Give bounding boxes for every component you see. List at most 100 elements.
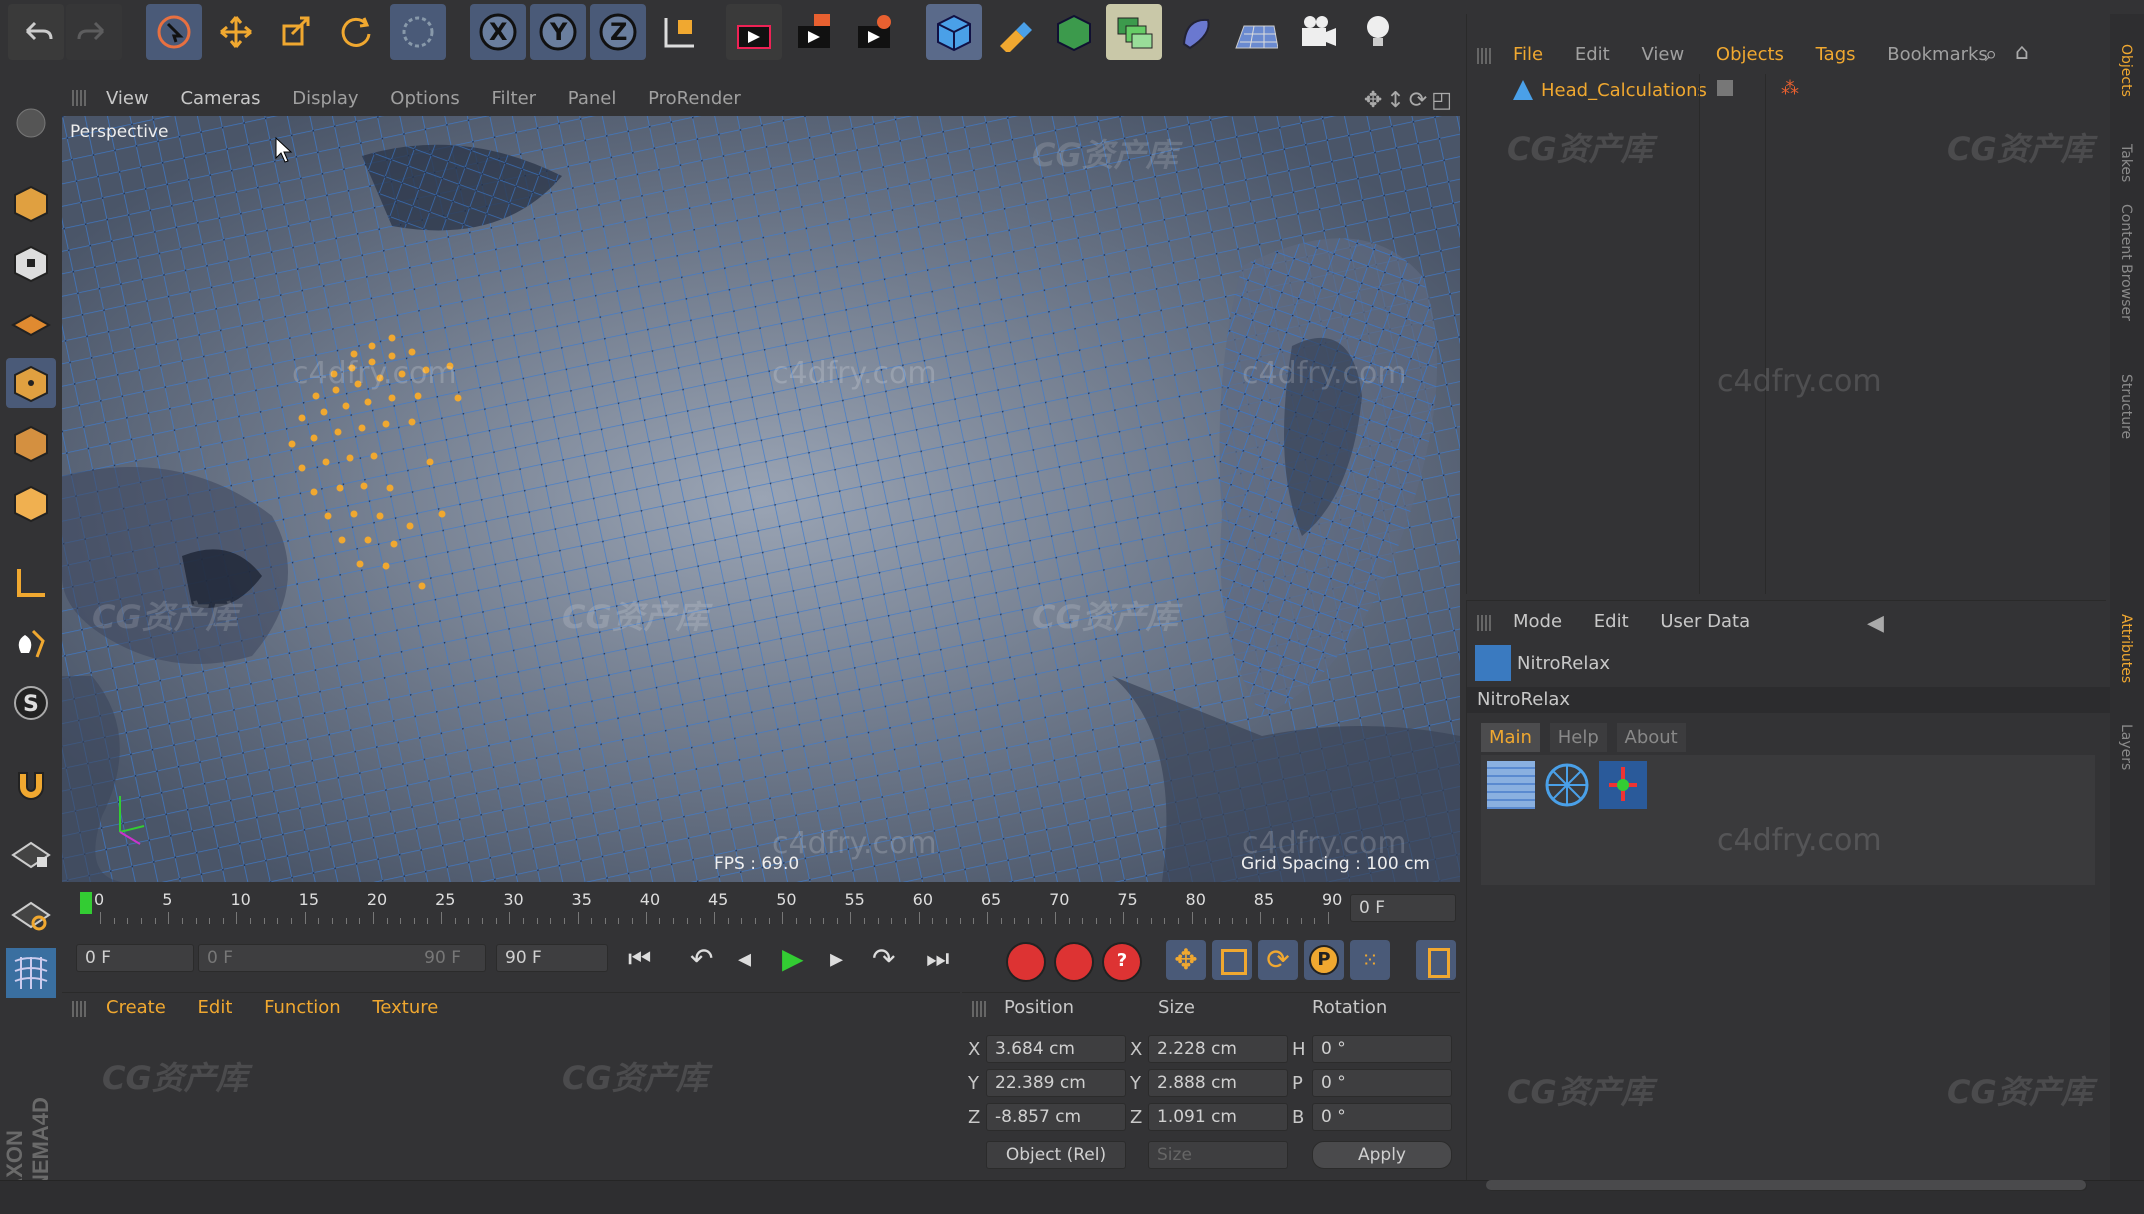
visibility-toggle[interactable] — [1717, 80, 1733, 96]
relax-mesh-icon[interactable] — [1487, 761, 1535, 809]
menu-user-data[interactable]: User Data — [1660, 611, 1750, 632]
subdivision-surface-icon[interactable] — [1046, 4, 1102, 60]
keyframe-selection-icon[interactable]: ? — [1102, 942, 1142, 982]
camera-icon[interactable] — [1290, 4, 1346, 60]
size-y-field[interactable]: 2.888 cm — [1148, 1069, 1288, 1097]
undo-icon[interactable] — [8, 4, 64, 60]
start-frame-field[interactable]: 0 F — [76, 944, 194, 972]
tab-help[interactable]: Help — [1549, 723, 1607, 752]
tab-structure[interactable]: Structure — [2118, 374, 2134, 439]
axis-x-icon[interactable]: X — [470, 4, 526, 60]
planar-workplane-icon[interactable] — [6, 888, 56, 938]
menu-file[interactable]: File — [1513, 44, 1543, 65]
tag-icon[interactable]: ⁂ — [1781, 78, 1799, 99]
menu-filter[interactable]: Filter — [491, 88, 536, 109]
attributes-scrollbar[interactable] — [1486, 1180, 2086, 1190]
key-pla-icon[interactable]: ⁙ — [1350, 940, 1390, 980]
previous-frame-icon[interactable]: ◂ — [738, 944, 751, 974]
menu-edit[interactable]: Edit — [198, 997, 233, 1018]
render-view-icon[interactable] — [726, 4, 782, 60]
tab-content-browser[interactable]: Content Browser — [2118, 204, 2134, 321]
points-mode-icon[interactable] — [6, 358, 56, 408]
polygons-mode-icon[interactable] — [6, 478, 56, 528]
menu-prorender[interactable]: ProRender — [648, 88, 741, 109]
timeline-ruler[interactable]: 0 5 10 15 20 25 30 35 40 45 50 55 60 65 70 75 80 85 90 0 F — [62, 886, 1460, 932]
rot-h-field[interactable]: 0 ° — [1312, 1035, 1452, 1063]
menu-objects[interactable]: Objects — [1716, 44, 1784, 65]
key-rotation-icon[interactable]: ⟳ — [1258, 940, 1298, 980]
workplane-mode-icon[interactable] — [6, 298, 56, 348]
model-mode-icon[interactable] — [6, 178, 56, 228]
coordinate-system-icon[interactable] — [652, 4, 708, 60]
array-generator-icon[interactable] — [1106, 4, 1162, 60]
next-key-icon[interactable]: ↷ — [872, 942, 895, 975]
pos-x-field[interactable]: 3.684 cm — [986, 1035, 1126, 1063]
relax-settings-icon[interactable] — [1599, 761, 1647, 809]
goto-start-icon[interactable]: ⏮ — [628, 944, 651, 975]
make-editable-icon[interactable] — [6, 98, 56, 148]
snap-magnet-icon[interactable] — [6, 758, 56, 808]
menu-display[interactable]: Display — [292, 88, 358, 109]
timeline-start-marker[interactable] — [80, 892, 92, 914]
key-position-icon[interactable]: ✥ — [1166, 940, 1206, 980]
tweak-mode-icon[interactable] — [6, 618, 56, 668]
uv-grid-icon[interactable] — [6, 948, 56, 998]
menu-cameras[interactable]: Cameras — [180, 88, 260, 109]
coordinate-mode-dropdown[interactable]: Object (Rel) — [986, 1141, 1126, 1169]
menu-panel[interactable]: Panel — [568, 88, 617, 109]
rot-p-field[interactable]: 0 ° — [1312, 1069, 1452, 1097]
move-tool-icon[interactable] — [208, 4, 264, 60]
scale-tool-icon[interactable] — [268, 4, 324, 60]
timeline-window-icon[interactable] — [1416, 940, 1456, 980]
texture-mode-icon[interactable] — [6, 238, 56, 288]
object-name[interactable]: Head_Calculations — [1541, 80, 1707, 101]
workplane-lock-icon[interactable] — [6, 828, 56, 878]
menu-texture[interactable]: Texture — [372, 997, 438, 1018]
viewport-3d[interactable]: Perspective FPS : 69.0 Grid Spacing : 10… — [62, 116, 1460, 882]
tab-layers[interactable]: Layers — [2118, 724, 2134, 770]
menu-edit[interactable]: Edit — [1594, 611, 1629, 632]
current-frame-field[interactable]: 0 F — [1350, 894, 1456, 922]
previous-key-icon[interactable]: ↶ — [690, 942, 713, 975]
home-icon[interactable]: ⌂ — [2015, 40, 2029, 65]
solo-mode-icon[interactable]: S — [6, 678, 56, 728]
pos-z-field[interactable]: -8.857 cm — [986, 1103, 1126, 1131]
menu-view[interactable]: View — [106, 88, 149, 109]
render-picture-viewer-icon[interactable] — [786, 4, 842, 60]
select-tool-icon[interactable] — [146, 4, 202, 60]
preview-range-slider[interactable]: 0 F 90 F — [198, 944, 486, 972]
object-row[interactable]: Head_Calculations ⁂ — [1481, 76, 2103, 108]
size-mode-dropdown[interactable]: Size — [1148, 1141, 1288, 1169]
rot-b-field[interactable]: 0 ° — [1312, 1103, 1452, 1131]
tab-objects[interactable]: Objects — [2118, 44, 2134, 97]
size-z-field[interactable]: 1.091 cm — [1148, 1103, 1288, 1131]
menu-mode[interactable]: Mode — [1513, 611, 1562, 632]
relax-web-icon[interactable] — [1543, 761, 1591, 809]
tab-main[interactable]: Main — [1481, 723, 1540, 752]
edges-mode-icon[interactable] — [6, 418, 56, 468]
goto-end-icon[interactable]: ⏭ — [926, 944, 949, 975]
menu-function[interactable]: Function — [264, 997, 341, 1018]
floor-environment-icon[interactable] — [1228, 4, 1284, 60]
render-settings-icon[interactable] — [846, 4, 902, 60]
deformer-icon[interactable] — [1168, 4, 1224, 60]
size-x-field[interactable]: 2.228 cm — [1148, 1035, 1288, 1063]
menu-tags[interactable]: Tags — [1816, 44, 1856, 65]
pos-y-field[interactable]: 22.389 cm — [986, 1069, 1126, 1097]
apply-button[interactable]: Apply — [1312, 1141, 1452, 1169]
search-icon[interactable]: ⌕ — [1985, 42, 1997, 67]
back-arrow-icon[interactable]: ◀ — [1867, 611, 1884, 636]
play-icon[interactable]: ▶ — [782, 942, 804, 975]
autokey-icon[interactable] — [1054, 942, 1094, 982]
axis-y-icon[interactable]: Y — [530, 4, 586, 60]
menu-bookmarks[interactable]: Bookmarks — [1887, 44, 1988, 65]
rotate-tool-icon[interactable] — [328, 4, 384, 60]
menu-view[interactable]: View — [1641, 44, 1684, 65]
axis-mode-icon[interactable] — [6, 558, 56, 608]
light-icon[interactable] — [1350, 4, 1406, 60]
next-frame-icon[interactable]: ▸ — [830, 944, 843, 974]
tab-attributes[interactable]: Attributes — [2118, 614, 2134, 683]
menu-edit[interactable]: Edit — [1575, 44, 1610, 65]
axis-z-icon[interactable]: Z — [590, 4, 646, 60]
record-keys-icon[interactable] — [1006, 942, 1046, 982]
